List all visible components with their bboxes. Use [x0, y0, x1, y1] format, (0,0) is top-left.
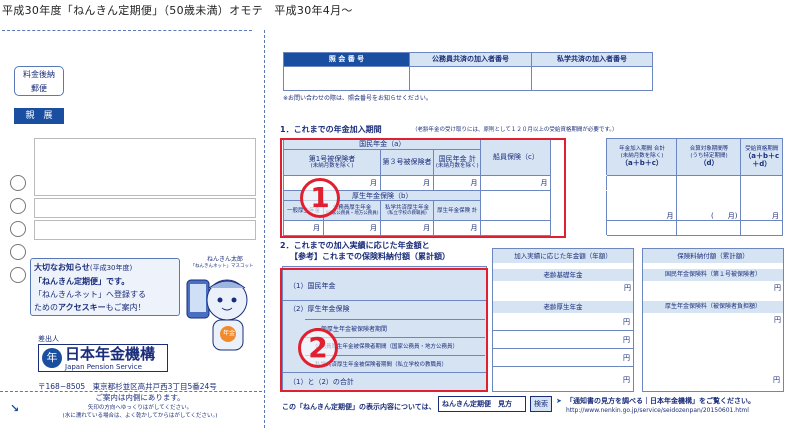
welfare-paid-yen: 円: [774, 316, 781, 324]
qual-month: 月: [740, 174, 783, 221]
notice-box: 大切なお知らせ(平成30年度) 「ねんきん定期便」です。 「ねんきんネット」へ登…: [30, 258, 180, 316]
address-field-3: [34, 220, 256, 240]
basic-pension-label: 老齢基礎年金: [493, 269, 633, 281]
perforation-hole: [10, 198, 26, 214]
mascot-name: ねんきん太郎: [206, 256, 243, 263]
left-panel: 料金後納 郵便 親 展 大切なお知らせ(平成30年度) 「ねんきん定期便」です。…: [0, 30, 262, 428]
arrow-icon: ➤: [556, 397, 562, 405]
bottom-text-1: この「ねんきん定期便」の表示内容については、: [282, 403, 436, 411]
qual-formula: （a＋b＋c＋d）: [744, 151, 780, 168]
target-month: ( 月): [676, 174, 742, 221]
address-field-1: [34, 138, 256, 196]
bottom-text-2: 「通知書の見方を調べる｜日本年金機構」をご覧ください。: [566, 397, 755, 405]
amount-column: 加入実績に応じた年金額（年額） 老齢基礎年金 円 老齢厚生年金 円 円 円 円: [492, 248, 634, 392]
perforation-hole: [10, 221, 26, 237]
id-col-civil-servant: 公務員共済の加入者番号: [409, 52, 532, 67]
civil-welfare-yen: 円: [493, 331, 633, 349]
target-formula: （d）: [699, 159, 719, 168]
shinten-label: 親 展: [14, 108, 64, 124]
total-yen: 円: [623, 376, 630, 384]
mascot-badge: 年金: [222, 330, 235, 337]
sender-label: 差出人: [38, 335, 59, 343]
section2-title: 2．これまでの加入実績に応じた年金額と: [280, 241, 430, 250]
welfare-pension-label: 老齢厚生年金: [493, 301, 633, 313]
page-header: 平成30年度「ねんきん定期便」（50歳未満）オモテ 平成30年4月〜: [2, 4, 353, 17]
mascot-sub: 「ねんきんネット」マスコット: [190, 264, 254, 269]
amount-header: 加入実績に応じた年金額（年額）: [493, 249, 633, 263]
id-note: ※お問い合わせの際は、照会番号をお知らせください。: [283, 95, 432, 102]
paid-column: 保険料納付額（累計額） 国民年金保険料（第１号被保険者） 円 厚生年金保険料（被…: [642, 248, 784, 392]
section2-subtitle: 【参考】これまでの保険料納付額（累計額）: [290, 252, 450, 261]
perforation-hole: [10, 267, 26, 283]
org-name: 日本年金機構: [65, 345, 156, 363]
footer-line3: (水に濡れている場合は、よく乾かしてからはがしてください。): [62, 413, 218, 419]
notice-important: 大切なお知らせ: [34, 263, 90, 272]
fold-line: [264, 30, 265, 428]
national-paid-yen: 円: [774, 284, 781, 292]
total-month: 月: [606, 174, 678, 221]
paid-header: 保険料納付額（累計額）: [643, 249, 783, 263]
welfare-paid-label: 厚生年金保険料（被保険者負担額）: [643, 301, 783, 313]
total-period-header: 年金加入期間 合計 (未納月数を除く) （a＋b＋c）: [606, 138, 678, 176]
marker-2: 2: [298, 328, 338, 368]
marker-1: 1: [300, 178, 340, 218]
postage-line1: 料金後納: [23, 70, 55, 79]
total-formula: （a＋b＋c）: [621, 159, 663, 168]
footer-line1: ご案内は内側にあります。: [95, 393, 185, 402]
general-welfare-yen: 円: [493, 313, 633, 331]
org-logo-box: 年 日本年金機構 Japan Pension Service: [38, 344, 168, 372]
id-col-inquiry: 照 会 番 号: [283, 52, 410, 67]
reference-url[interactable]: http://www.nenkin.go.jp/service/seidozen…: [566, 407, 749, 414]
postage-line2: 郵便: [31, 84, 47, 93]
basic-pension-yen: 円: [624, 284, 631, 292]
notice-guide: もご案内！: [105, 303, 146, 312]
address-field-2: [34, 198, 256, 218]
org-name-en: Japan Pension Service: [65, 363, 142, 371]
notice-teikibin: 「ねんきん定期便」です。: [34, 277, 130, 286]
perforation-hole: [10, 175, 26, 191]
org-logo-icon: 年: [42, 348, 62, 368]
postage-mark: 料金後納 郵便: [14, 66, 64, 96]
form-page: 料金後納 郵便 親 展 大切なお知らせ(平成30年度) 「ねんきん定期便」です。…: [0, 30, 800, 428]
footer-notice: ご案内は内側にあります。 矢印の方向へゆっくりはがしてください。 (水に濡れてい…: [60, 392, 220, 419]
qual-l1: 受給資格期間: [745, 145, 779, 152]
qualification-header: 受給資格期間 （a＋b＋c＋d）: [740, 138, 783, 176]
notice-year: (平成30年度): [89, 264, 133, 272]
paid-total-yen: 円: [773, 376, 780, 384]
notice-for: ための: [34, 303, 58, 312]
private-welfare-yen: 円: [493, 349, 633, 367]
section1-title: 1．これまでの年金加入期間: [280, 125, 382, 134]
search-button[interactable]: 検索: [530, 396, 552, 412]
id-col-private-school: 私学共済の加入者番号: [531, 52, 653, 67]
peel-arrow-icon: ↘: [10, 402, 20, 415]
notice-register: 「ねんきんネット」へ登録する: [34, 290, 146, 299]
notice-access-key: アクセスキー: [58, 303, 106, 312]
mascot-illustration: [186, 279, 248, 351]
target-period-header: 合算対象期間等 (うち特定期間) （d）: [676, 138, 742, 176]
national-paid-label: 国民年金保険料（第１号被保険者）: [643, 269, 783, 281]
perforation-hole: [10, 244, 26, 260]
id-number-table: 照 会 番 号 公務員共済の加入者番号 私学共済の加入者番号: [283, 52, 653, 91]
search-box[interactable]: ねんきん定期便 見方: [438, 396, 526, 412]
section1-note: （老齢年金の受け取りには、原則として１２０月以上の受給資格期間が必要です。）: [412, 127, 618, 133]
footer-line2: 矢印の方向へゆっくりはがしてください。: [87, 405, 193, 411]
